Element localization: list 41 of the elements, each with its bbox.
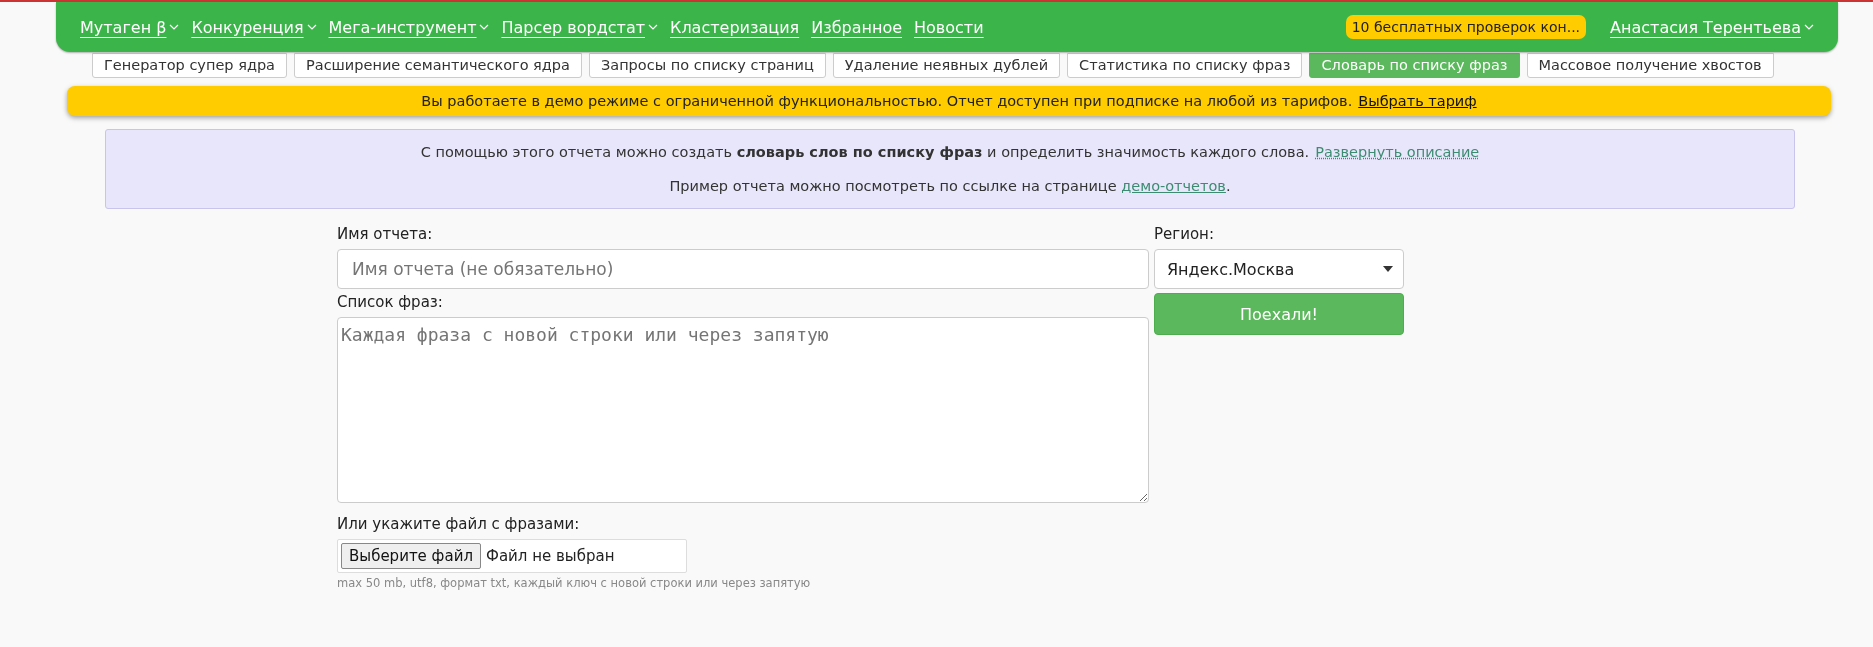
chevron-icon bbox=[479, 24, 490, 30]
field-label: Список фраз: bbox=[337, 293, 444, 311]
chevron-icon bbox=[648, 24, 659, 30]
period-text: . bbox=[1225, 178, 1231, 194]
user-menu[interactable]: Анастасия Терентьева bbox=[1610, 17, 1814, 37]
submit-button[interactable]: Поехали! bbox=[1154, 293, 1404, 335]
field-label: Регион: bbox=[1154, 225, 1215, 243]
nav-link[interactable]: Парсер вордстат bbox=[501, 17, 659, 37]
tool-tab[interactable]: Генератор супер ядра bbox=[92, 53, 287, 78]
nav-link[interactable]: Избранное bbox=[811, 17, 903, 37]
tool-tab[interactable]: Словарь по списку фраз bbox=[1309, 53, 1520, 78]
choose-file-button[interactable]: Выберите файл bbox=[341, 543, 481, 569]
nav-link[interactable]: Мутаген β bbox=[80, 17, 180, 37]
free-checks-badge[interactable]: 10 бесплатных проверок кон... bbox=[1345, 15, 1587, 39]
example-text: Пример отчета можно посмотреть по ссылке на странице bbox=[669, 178, 1118, 194]
demo-reports-link[interactable]: демо-отчетов bbox=[1121, 178, 1226, 194]
nav-link[interactable]: Кластеризация bbox=[670, 17, 800, 37]
chevron-icon bbox=[1804, 24, 1814, 30]
tool-tab[interactable]: Запросы по списку страниц bbox=[588, 53, 826, 78]
tool-tab[interactable]: Удаление неявных дублей bbox=[832, 53, 1061, 78]
phrases-field[interactable]: Каждая фраза с новой строки или через запятую bbox=[337, 317, 1149, 503]
chevron-icon bbox=[306, 24, 317, 30]
region-select[interactable]: Яндекс.Москва bbox=[1154, 249, 1404, 289]
report-name-field[interactable]: Имя отчета (не обязательно) bbox=[337, 249, 1149, 289]
chevron-icon bbox=[169, 24, 180, 30]
file-hint: max 50 mb, utf8, формат txt, каждый ключ с новой строки или через запятую bbox=[337, 576, 812, 590]
nav-link[interactable]: Мега-инструмент bbox=[328, 17, 490, 37]
caret-icon bbox=[1383, 266, 1393, 272]
file-field[interactable]: Выберите файл Файл не выбран bbox=[337, 539, 687, 573]
demo-notice-text: Вы работаете в демо режиме с ограниченной функциональностью. Отчет доступен при подписке на любой из тарифов. bbox=[421, 93, 1353, 109]
nav-link[interactable]: Конкуренция bbox=[191, 17, 317, 37]
choose-plan-link[interactable]: Выбрать тариф bbox=[1358, 93, 1477, 109]
expand-description-link[interactable]: Развернуть описание bbox=[1315, 144, 1480, 160]
field-label: Или укажите файл с фразами: bbox=[337, 515, 581, 533]
file-status: Файл не выбран bbox=[486, 547, 615, 565]
tool-tab[interactable]: Массовое получение хвостов bbox=[1526, 53, 1774, 78]
tool-tab[interactable]: Расширение семантического ядра bbox=[294, 53, 582, 78]
nav-link[interactable]: Новости bbox=[914, 17, 984, 37]
tool-tab[interactable]: Статистика по списку фраз bbox=[1067, 53, 1303, 78]
description-text: С помощью этого отчета можно создать словарь слов по списку фраз и определить значимость каждого слова. bbox=[420, 144, 1310, 160]
field-label: Имя отчета: bbox=[337, 225, 434, 243]
